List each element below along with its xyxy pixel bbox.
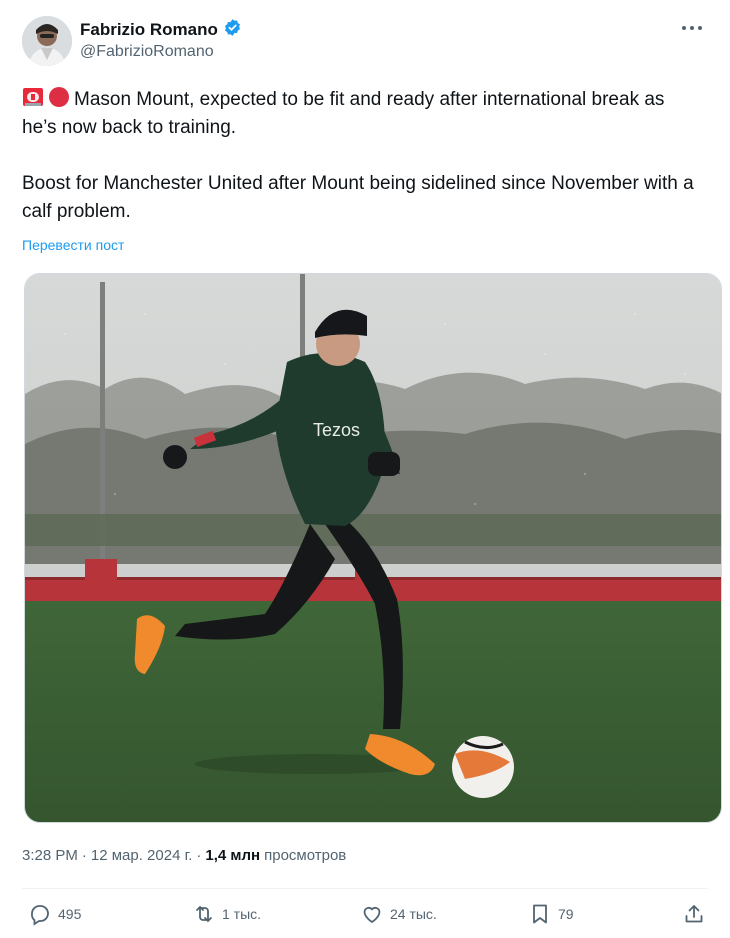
share-icon xyxy=(685,905,703,923)
divider xyxy=(22,888,708,889)
heart-icon xyxy=(363,906,381,924)
more-options-icon[interactable] xyxy=(680,18,704,38)
bookmark-count: 79 xyxy=(558,906,574,922)
repost-count: 1 тыс. xyxy=(222,906,262,922)
avatar[interactable] xyxy=(22,16,72,66)
reply-count: 495 xyxy=(58,906,82,922)
like-button[interactable]: 24 тыс. xyxy=(360,902,437,926)
views-label: просмотров xyxy=(264,847,347,864)
share-button[interactable] xyxy=(682,902,706,926)
repost-icon xyxy=(196,905,212,923)
tweet-media-image[interactable]: Tezos xyxy=(24,273,722,823)
meta-separator-2: · xyxy=(196,847,202,864)
red-circle-icon xyxy=(48,86,70,108)
tweet-time[interactable]: 3:28 PM xyxy=(22,847,78,864)
bookmark-button[interactable]: 79 xyxy=(528,902,574,926)
like-count: 24 тыс. xyxy=(390,906,437,922)
tweet-header: Fabrizio Romano @FabrizioRomano xyxy=(22,14,708,70)
author-name-row: Fabrizio Romano xyxy=(80,18,242,42)
tweet-text: Mason Mount, expected to be fit and read… xyxy=(22,86,702,226)
reply-button[interactable]: 495 xyxy=(28,902,81,926)
verified-badge-icon xyxy=(223,18,242,42)
translate-post-link[interactable]: Перевести пост xyxy=(22,237,124,253)
author-name[interactable]: Fabrizio Romano xyxy=(80,20,218,40)
tweet-actions: 495 1 тыс. 24 тыс. 79 xyxy=(22,902,708,934)
tweet-paragraph-2: Boost for Manchester United after Mount … xyxy=(22,173,694,222)
rotating-light-icon xyxy=(22,86,44,108)
reply-icon xyxy=(31,905,49,926)
tweet-meta: 3:28 PM · 12 мар. 2024 г. · 1,4 млн прос… xyxy=(22,847,346,864)
tweet-paragraph-1: Mason Mount, expected to be fit and read… xyxy=(22,86,702,142)
bookmark-icon xyxy=(533,904,547,924)
tweet-card: Fabrizio Romano @FabrizioRomano Mason Mo… xyxy=(0,0,730,938)
views-count: 1,4 млн xyxy=(205,847,261,864)
meta-separator: · xyxy=(81,847,87,864)
shirt-sponsor-text: Tezos xyxy=(313,420,360,440)
repost-button[interactable]: 1 тыс. xyxy=(192,902,261,926)
author-handle[interactable]: @FabrizioRomano xyxy=(80,43,214,61)
tweet-line-1: Mason Mount, expected to be fit and read… xyxy=(22,89,665,138)
tweet-date[interactable]: 12 мар. 2024 г. xyxy=(91,847,193,864)
